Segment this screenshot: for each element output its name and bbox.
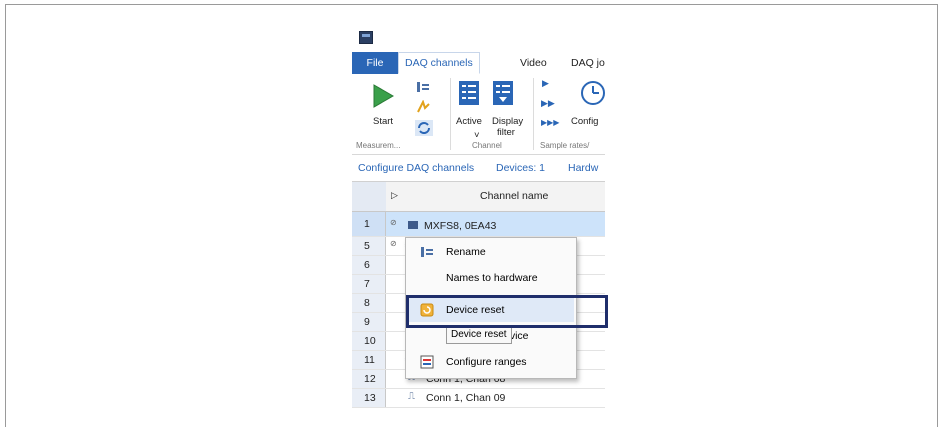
menu-item-label: Names to hardware bbox=[446, 272, 538, 284]
menu-item-label: Rename bbox=[446, 246, 486, 258]
group-label-sample-rates: Sample rates/ bbox=[540, 141, 590, 150]
status-column-header[interactable]: ▷ bbox=[386, 182, 407, 212]
menu-item-configure-ranges[interactable]: Configure ranges bbox=[406, 350, 574, 374]
title-bar bbox=[352, 24, 605, 52]
row-number: 1 bbox=[352, 212, 386, 236]
link-icon: ⊘ bbox=[390, 218, 397, 227]
row-number: 12 bbox=[352, 370, 386, 388]
row-number: 7 bbox=[352, 275, 386, 293]
ribbon-panel: Start Active Display filter ˅ ▶ ▶▶ ▶▶▶ C… bbox=[352, 74, 605, 155]
table-row[interactable]: 13 ⎍ Conn 1, Chan 09 bbox=[352, 389, 605, 408]
row-number: 8 bbox=[352, 294, 386, 312]
row-number: 10 bbox=[352, 332, 386, 350]
channel-icon: ⎍ bbox=[408, 391, 415, 402]
menu-item-rename[interactable]: Rename bbox=[406, 240, 574, 264]
tab-video[interactable]: Video bbox=[520, 52, 547, 74]
row-number: 6 bbox=[352, 256, 386, 274]
separator bbox=[533, 78, 534, 150]
active-icon[interactable] bbox=[458, 80, 480, 106]
info-bar: Configure DAQ channels Devices: 1 Hardw bbox=[352, 155, 605, 182]
separator bbox=[450, 78, 451, 150]
display-filter-icon[interactable] bbox=[492, 80, 514, 106]
clock-icon[interactable] bbox=[580, 80, 605, 106]
row-number: 9 bbox=[352, 313, 386, 331]
devices-count[interactable]: Devices: 1 bbox=[496, 155, 545, 181]
menu-item-label: Configure ranges bbox=[446, 356, 527, 368]
row-number: 11 bbox=[352, 351, 386, 369]
start-play-icon[interactable] bbox=[372, 84, 394, 108]
arrow-right-icon[interactable]: ▶ bbox=[542, 78, 549, 89]
channel-name: Conn 1, Chan 09 bbox=[426, 392, 506, 404]
tab-daq-jobs[interactable]: DAQ jo bbox=[571, 52, 605, 74]
filter-button-label[interactable]: filter bbox=[497, 127, 515, 138]
active-button-label[interactable]: Active bbox=[456, 116, 482, 127]
hardware-link[interactable]: Hardw bbox=[568, 155, 598, 181]
sensor-icon[interactable] bbox=[415, 100, 431, 114]
row-number: 5 bbox=[352, 237, 386, 255]
channel-name-header-label: Channel name bbox=[480, 190, 549, 202]
group-label-channel: Channel bbox=[472, 141, 502, 150]
play-column-icon: ▷ bbox=[391, 190, 398, 200]
device-icon bbox=[408, 221, 418, 229]
group-label-measurement: Measurem... bbox=[356, 141, 401, 150]
ribbon-tabs: File DAQ channels Video DAQ jo bbox=[352, 52, 605, 75]
channel-name-header[interactable]: Channel name bbox=[406, 182, 605, 212]
app-icon bbox=[359, 31, 373, 44]
double-arrow-icon[interactable]: ▶▶ bbox=[541, 98, 555, 109]
refresh-icon[interactable] bbox=[415, 120, 433, 136]
tab-daq-channels[interactable]: DAQ channels bbox=[398, 52, 480, 74]
triple-arrow-icon[interactable]: ▶▶▶ bbox=[541, 118, 559, 127]
rename-icon bbox=[421, 247, 433, 257]
channel-name: MXFS8, 0EA43 bbox=[424, 220, 497, 232]
highlight-annotation-box bbox=[406, 295, 608, 328]
start-button-label[interactable]: Start bbox=[373, 116, 393, 127]
table-row[interactable]: 1 ⊘ MXFS8, 0EA43 bbox=[352, 212, 605, 237]
connector-icon[interactable] bbox=[415, 80, 431, 94]
file-tab[interactable]: File bbox=[352, 52, 398, 74]
configure-daq-link[interactable]: Configure DAQ channels bbox=[358, 155, 474, 181]
display-button-label[interactable]: Display bbox=[492, 116, 523, 127]
menu-item-names-to-hardware[interactable]: Names to hardware bbox=[406, 266, 574, 290]
configure-ranges-icon bbox=[420, 355, 434, 369]
dropdown-arrow-icon[interactable]: ˅ bbox=[474, 130, 480, 141]
config-button-label[interactable]: Config bbox=[571, 116, 598, 127]
corner-header bbox=[352, 182, 387, 212]
link-icon: ⊘ bbox=[390, 239, 397, 248]
row-number: 13 bbox=[352, 389, 386, 407]
